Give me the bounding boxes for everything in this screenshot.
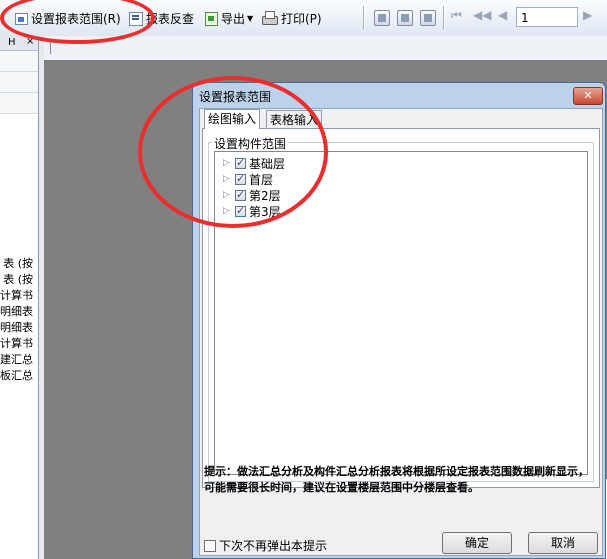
cancel-button[interactable]: 取消: [528, 532, 598, 554]
checkbox[interactable]: [235, 188, 246, 201]
multi-page-view-icon[interactable]: [420, 10, 436, 26]
dont-show-again-checkbox[interactable]: 下次不再弹出本提示: [204, 537, 327, 554]
two-page-view-icon[interactable]: [397, 10, 413, 26]
ok-button[interactable]: 确定: [442, 532, 512, 554]
tree-item-first-floor[interactable]: ▷ 首层: [223, 171, 273, 187]
list-item[interactable]: 表 (按: [0, 272, 33, 288]
export-label: 导出: [221, 11, 246, 26]
tree-item-label: 首层: [249, 172, 274, 187]
previous-page-icon[interactable]: ◀◀: [473, 8, 491, 22]
list-item[interactable]: 建汇总: [0, 352, 33, 368]
first-page-icon[interactable]: ⏮: [451, 8, 462, 23]
report-check-icon: [129, 11, 143, 26]
checkbox[interactable]: [235, 172, 246, 185]
tree-item-foundation[interactable]: ▷ 基础层: [223, 155, 285, 171]
tree-item-label: 第3层: [249, 204, 281, 219]
list-item[interactable]: 明细表: [0, 304, 33, 320]
floor-tree[interactable]: ▷ 基础层 ▷ 首层 ▷ 第2层 ▷: [214, 151, 588, 475]
tab-table-input[interactable]: 表格输入: [266, 110, 323, 128]
step-back-icon[interactable]: ◀: [498, 8, 507, 22]
checkbox[interactable]: [235, 204, 246, 217]
hint-text: 提示：做法汇总分析及构件汇总分析报表将根据所设定报表范围数据刷新显示，可能需要很…: [204, 465, 589, 494]
left-panel-row: [0, 72, 38, 93]
left-panel-row: [0, 93, 38, 114]
preview-ruler: [44, 36, 607, 61]
page-number-input[interactable]: 1: [516, 7, 578, 27]
left-panel-tabstrip: H ×: [0, 36, 38, 51]
print-button[interactable]: 打印(P): [262, 9, 322, 27]
close-icon[interactable]: ×: [26, 36, 34, 47]
left-panel-tab[interactable]: H: [8, 37, 16, 49]
checkbox[interactable]: [235, 156, 246, 169]
dialog-footer: 下次不再弹出本提示 确定 取消: [200, 505, 602, 555]
next-page-icon[interactable]: ▶: [583, 8, 592, 22]
dialog-title: 设置报表范围: [199, 90, 272, 104]
tab-drawing-input[interactable]: 绘图输入: [204, 109, 261, 129]
print-label: 打印(P): [281, 11, 322, 26]
dont-show-again-label: 下次不再弹出本提示: [219, 539, 328, 553]
report-check-label: 报表反查: [146, 11, 195, 26]
dialog-client-area: 绘图输入 表格输入 设置构件范围 ▷ 基础层 ▷ 首层: [199, 108, 603, 556]
group-title: 设置构件范围: [212, 135, 289, 152]
report-toolbar: 设置报表范围(R) 报表反查 导出 ▼ 打印(P) ⏮ ◀◀ ◀ 1 ▶: [0, 0, 607, 37]
toolbar-separator: [443, 6, 445, 30]
left-panel: H × 表 (按 表 (按 计算书 明细表 明细表 计算书 建汇总 板汇总: [0, 36, 39, 559]
close-button[interactable]: ✕: [573, 87, 603, 105]
tree-item-label: 基础层: [249, 156, 286, 171]
tree-item-floor-3[interactable]: ▷ 第3层: [223, 203, 281, 219]
expand-arrow-icon[interactable]: ▷: [223, 158, 235, 168]
tab-content: 设置构件范围 ▷ 基础层 ▷ 首层 ▷ 第2层: [202, 128, 600, 488]
tree-item-floor-2[interactable]: ▷ 第2层: [223, 187, 281, 203]
single-page-view-icon[interactable]: [374, 10, 390, 26]
export-icon: [204, 11, 218, 26]
list-item[interactable]: 板汇总: [0, 368, 33, 384]
expand-arrow-icon[interactable]: ▷: [223, 174, 235, 184]
left-panel-row: [0, 51, 38, 72]
list-item[interactable]: 明细表: [0, 320, 33, 336]
export-button[interactable]: 导出 ▼: [204, 9, 253, 27]
checkbox[interactable]: [204, 539, 216, 552]
report-check-button[interactable]: 报表反查: [129, 9, 194, 27]
expand-arrow-icon[interactable]: ▷: [223, 206, 235, 216]
dropdown-arrow-icon: ▼: [247, 13, 254, 23]
report-list: 表 (按 表 (按 计算书 明细表 明细表 计算书 建汇总 板汇总: [0, 256, 38, 384]
report-range-icon: [14, 11, 28, 25]
list-item[interactable]: 表 (按: [0, 256, 33, 272]
expand-arrow-icon[interactable]: ▷: [223, 190, 235, 200]
component-range-group: 设置构件范围 ▷ 基础层 ▷ 首层 ▷ 第2层: [208, 135, 594, 482]
list-item[interactable]: 计算书: [0, 336, 33, 352]
set-report-range-dialog: 设置报表范围 ✕ 绘图输入 表格输入 设置构件范围 ▷ 基础层 ▷ 首层: [192, 82, 606, 559]
printer-icon: [262, 11, 278, 25]
set-report-range-label: 设置报表范围(R): [31, 11, 121, 26]
list-item[interactable]: 计算书: [0, 288, 33, 304]
tree-item-label: 第2层: [249, 188, 281, 203]
toolbar-separator: [363, 6, 365, 30]
set-report-range-button[interactable]: 设置报表范围(R): [14, 9, 121, 27]
